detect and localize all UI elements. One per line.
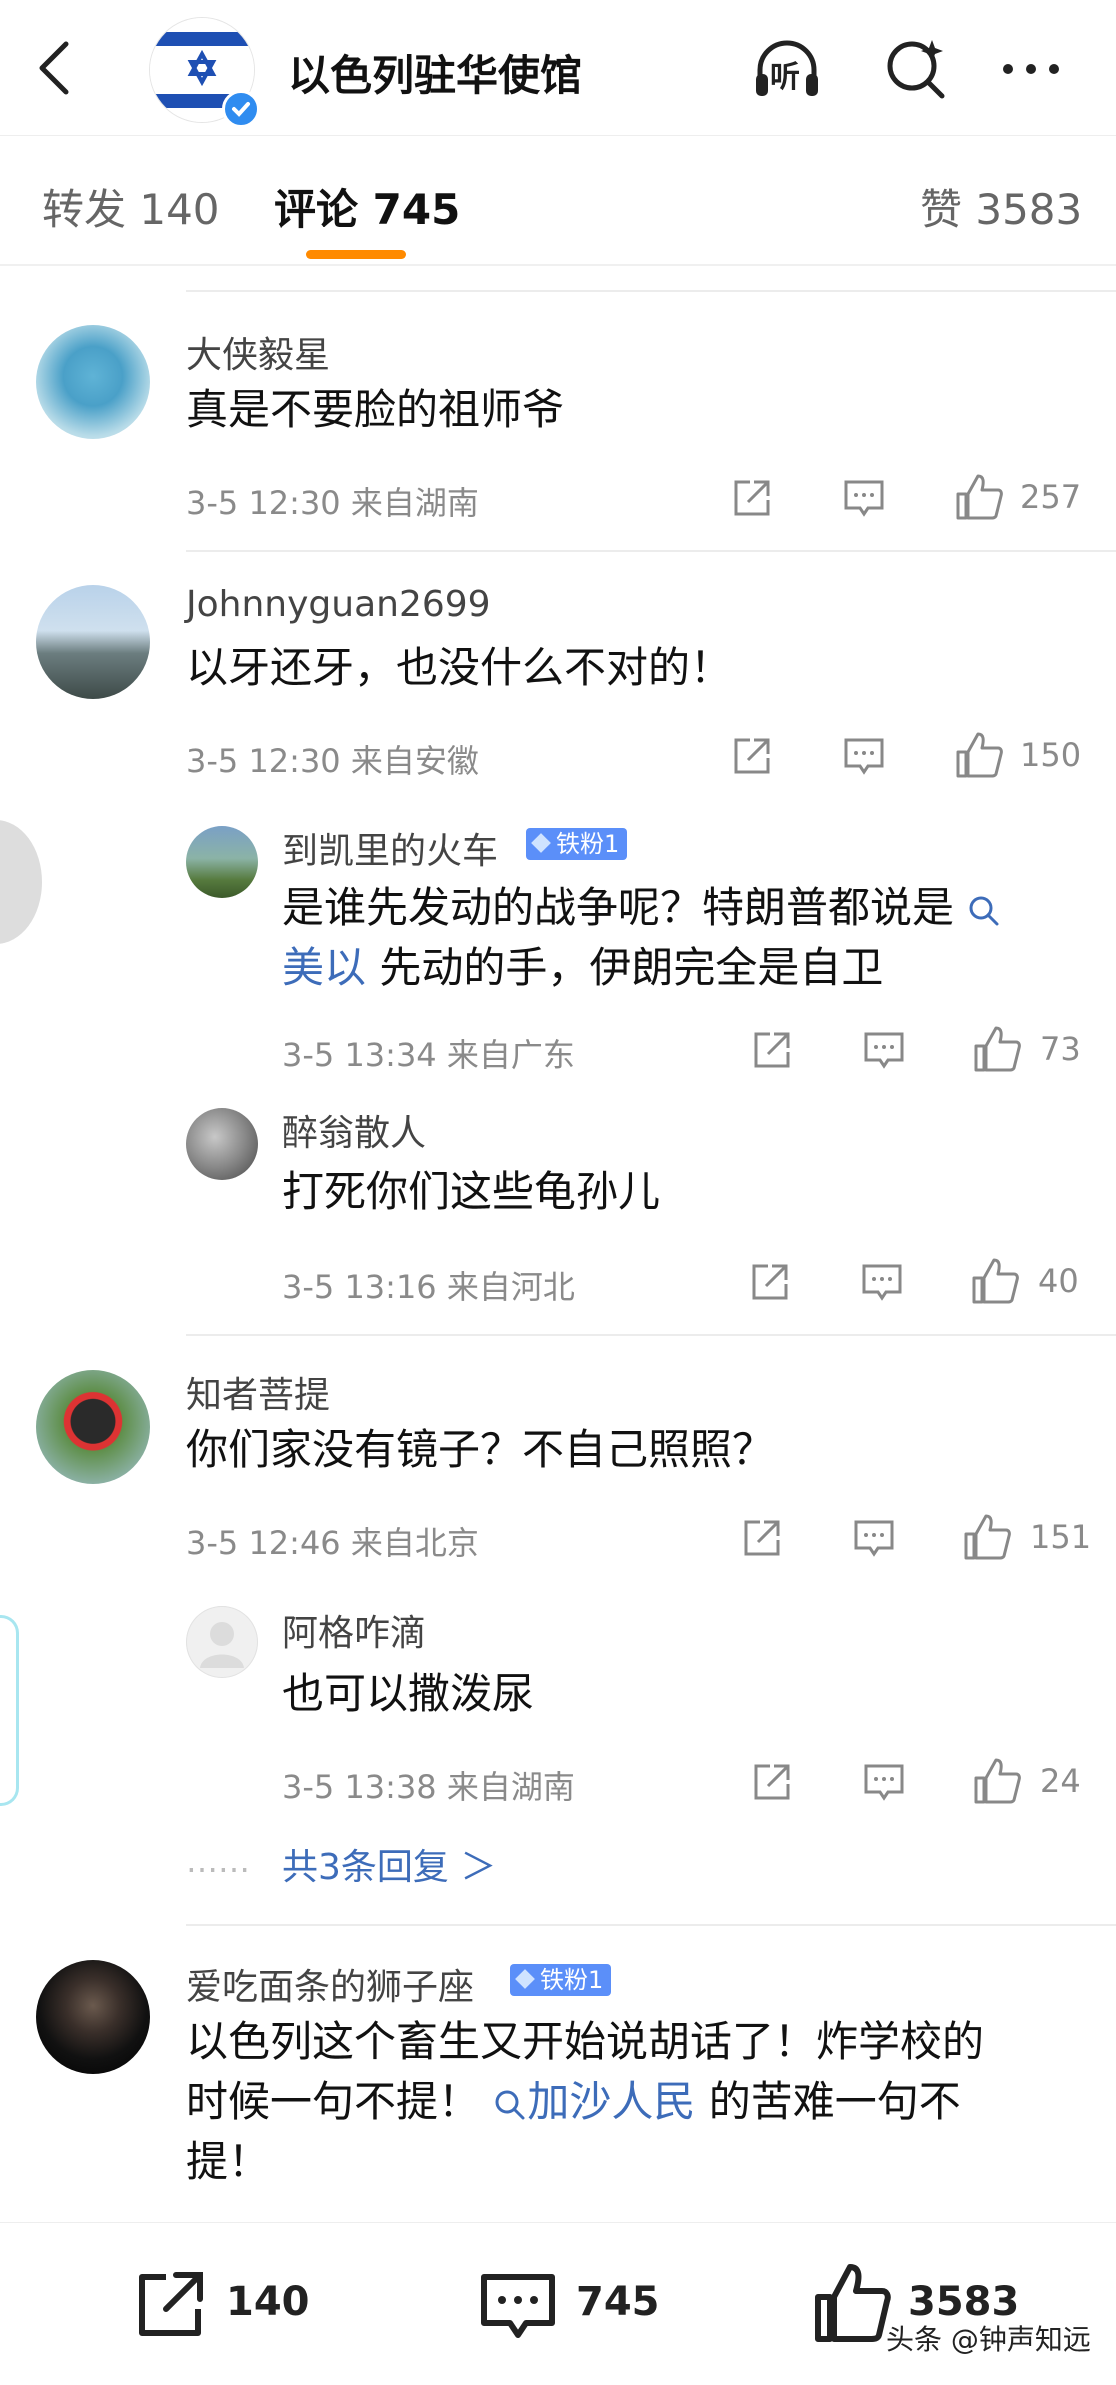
- comment-icon[interactable]: [478, 2269, 558, 2345]
- tab-bar: 转发 140 评论 745 赞 3583: [0, 136, 1116, 266]
- repost-icon[interactable]: [132, 2267, 208, 2343]
- avatar[interactable]: [36, 1960, 150, 2074]
- share-icon[interactable]: [740, 1516, 784, 1560]
- bottom-action-bar: 140 745 3583: [0, 2222, 1116, 2385]
- like-count: 150: [1020, 736, 1082, 774]
- listen-button[interactable]: 听: [752, 34, 822, 104]
- repost-count[interactable]: 140: [226, 2279, 310, 2325]
- comment-text: 以牙还牙，也没什么不对的！: [186, 643, 733, 692]
- reply-username[interactable]: 醉翁散人: [282, 1104, 426, 1156]
- reply-text: 也可以撒泼尿: [282, 1669, 535, 1718]
- reply-username[interactable]: 阿格咋滴: [282, 1604, 426, 1656]
- page-title: 以色列驻华使馆: [288, 51, 583, 100]
- share-icon[interactable]: [750, 1760, 794, 1804]
- avatar[interactable]: [36, 585, 150, 699]
- like-icon[interactable]: [972, 1024, 1022, 1074]
- like-icon[interactable]: [954, 472, 1004, 522]
- reply-meta: 3-5 13:38 来自湖南: [282, 1768, 575, 1806]
- top-navigation-bar: 以色列驻华使馆 听: [0, 0, 1116, 136]
- like-icon[interactable]: [962, 1512, 1012, 1562]
- comment-text-line1: 以色列这个畜生又开始说胡话了！炸学校的: [186, 2017, 985, 2066]
- like-icon[interactable]: [972, 1756, 1022, 1806]
- more-replies-link[interactable]: 共3条回复 ＞: [282, 1838, 496, 1890]
- reply-text-line1: 是谁先发动的战争呢？特朗普都说是: [282, 878, 1001, 938]
- avatar[interactable]: [186, 826, 258, 898]
- share-icon[interactable]: [748, 1260, 792, 1304]
- reply-text: 先动的手，伊朗完全是自卫: [379, 943, 884, 992]
- divider: [186, 1924, 1116, 1926]
- topic-link[interactable]: 加沙人民: [527, 2077, 695, 2126]
- avatar[interactable]: [36, 325, 150, 439]
- share-icon[interactable]: [730, 734, 774, 778]
- comment-username[interactable]: 大侠毅星: [186, 326, 330, 378]
- side-tab[interactable]: [0, 1615, 19, 1806]
- reply-icon[interactable]: [862, 1028, 906, 1072]
- divider: [186, 290, 1116, 292]
- search-link-icon: [969, 896, 999, 925]
- comment-text: 真是不要脸的祖师爷: [186, 385, 565, 434]
- like-count: 24: [1040, 1762, 1081, 1800]
- reply-username[interactable]: 到凯里的火车: [282, 822, 498, 874]
- like-icon[interactable]: [954, 730, 1004, 780]
- reply-icon[interactable]: [842, 476, 886, 520]
- verified-badge-icon: [222, 90, 260, 128]
- comment-text: 的苦难一句不: [708, 2077, 961, 2126]
- tab-likes[interactable]: 赞 3583: [920, 176, 1082, 237]
- comment-username[interactable]: Johnnyguan2699: [186, 584, 491, 625]
- avatar[interactable]: [186, 1108, 258, 1180]
- comment-text-line3: 提！: [186, 2137, 271, 2186]
- reply-icon[interactable]: [860, 1260, 904, 1304]
- reply-meta: 3-5 13:16 来自河北: [282, 1268, 575, 1306]
- reply-icon[interactable]: [862, 1760, 906, 1804]
- fan-badge: 铁粉1: [510, 1964, 612, 1996]
- more-replies-dots: ……: [186, 1842, 250, 1880]
- comment-text: 时候一句不提！: [186, 2077, 481, 2126]
- like-count: 257: [1020, 478, 1082, 516]
- like-count: 40: [1038, 1262, 1079, 1300]
- watermark: 头条 @钟声知远: [886, 2323, 1091, 2356]
- topic-link[interactable]: 美以: [282, 943, 366, 992]
- reply-text: 打死你们这些龟孙儿: [282, 1167, 661, 1216]
- comment-username[interactable]: 知者菩提: [186, 1366, 330, 1418]
- fan-badge: 铁粉1: [526, 828, 628, 860]
- listen-label: 听: [770, 60, 800, 95]
- comment-username[interactable]: 爱吃面条的狮子座: [186, 1958, 474, 2010]
- reply-text-line2: 美以 先动的手，伊朗完全是自卫: [282, 938, 883, 998]
- like-icon[interactable]: [970, 1256, 1020, 1306]
- avatar[interactable]: [36, 1370, 150, 1484]
- comment-meta: 3-5 12:46 来自北京: [186, 1524, 479, 1562]
- share-icon[interactable]: [730, 476, 774, 520]
- avatar[interactable]: [186, 1606, 258, 1678]
- search-link-icon: [495, 2090, 525, 2119]
- reply-icon[interactable]: [852, 1516, 896, 1560]
- comment-count[interactable]: 745: [576, 2279, 660, 2325]
- search-icon[interactable]: [880, 34, 950, 104]
- reply-icon[interactable]: [842, 734, 886, 778]
- reply-text: 是谁先发动的战争呢？特朗普都说是: [282, 883, 955, 932]
- comment-meta: 3-5 12:30 来自安徽: [186, 742, 479, 780]
- floating-handle[interactable]: [0, 820, 42, 944]
- reply-meta: 3-5 13:34 来自广东: [282, 1036, 575, 1074]
- divider: [186, 550, 1116, 552]
- back-icon[interactable]: [36, 40, 76, 96]
- tab-repost[interactable]: 转发 140: [42, 176, 220, 237]
- like-count: 151: [1030, 1518, 1092, 1556]
- default-avatar-icon: [200, 1622, 244, 1668]
- like-count: 73: [1040, 1030, 1081, 1068]
- active-tab-indicator: [306, 250, 406, 259]
- comment-meta: 3-5 12:30 来自湖南: [186, 484, 479, 522]
- like-icon[interactable]: [812, 2261, 892, 2345]
- share-icon[interactable]: [750, 1028, 794, 1072]
- tab-comments[interactable]: 评论 745: [274, 176, 460, 237]
- comment-text-line2: 时候一句不提！ 加沙人民 的苦难一句不: [186, 2072, 961, 2132]
- comment-text: 你们家没有镜子？不自己照照？: [186, 1425, 775, 1474]
- more-icon[interactable]: [996, 34, 1066, 104]
- divider: [186, 1334, 1116, 1336]
